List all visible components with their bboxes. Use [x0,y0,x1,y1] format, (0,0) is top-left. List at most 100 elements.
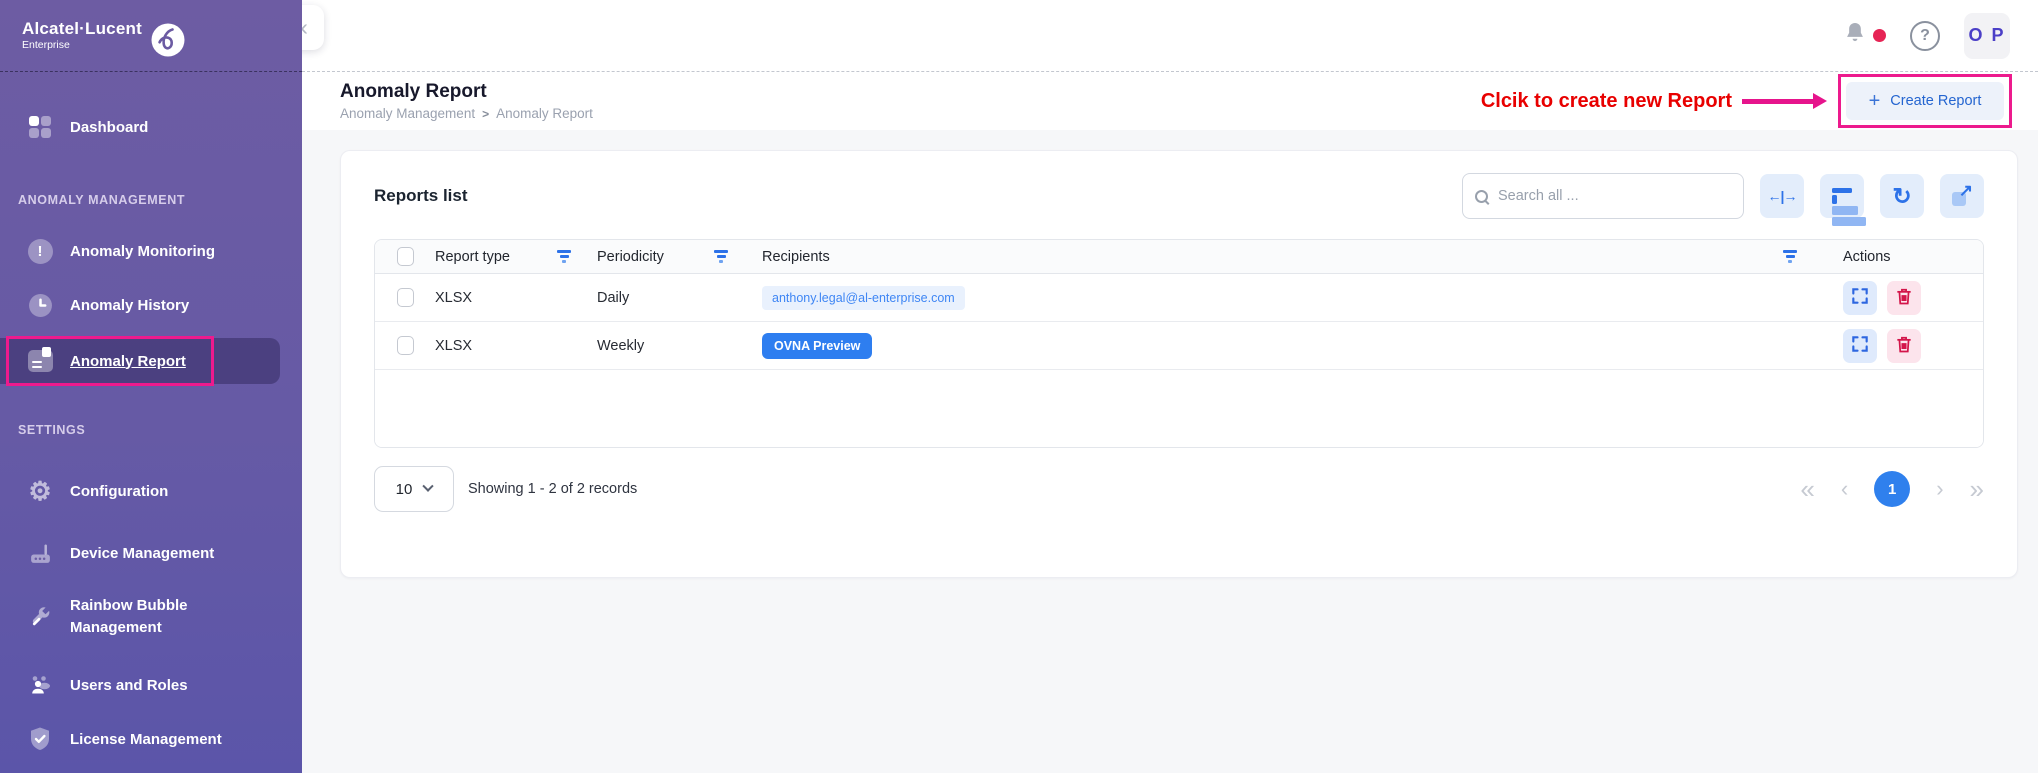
delete-report-button[interactable] [1887,281,1921,315]
breadcrumb-current: Anomaly Report [496,106,593,121]
content-area: Reports list ←|→ ↻ [302,130,2038,773]
trash-icon [1894,286,1914,309]
table-empty-space [375,370,1983,447]
current-page-button[interactable]: 1 [1874,471,1910,507]
app-root: Alcatel·Lucent Enterprise Dashboard ANOM… [0,0,2038,773]
search-input[interactable] [1498,188,1731,204]
column-resize-icon: ←|→ [1768,188,1797,204]
wrench-icon [26,605,54,630]
report-doc-icon [26,350,54,372]
alcatel-swirl-icon [150,22,186,63]
help-button[interactable]: ? [1910,21,1940,51]
card-title: Reports list [374,186,468,206]
create-report-button[interactable]: + Create Report [1846,82,2004,120]
expand-icon [1850,286,1870,309]
sidebar-item-license-management[interactable]: License Management [0,716,302,762]
recipient-badge: anthony.legal@al-enterprise.com [762,286,965,310]
table-row: XLSX Weekly OVNA Preview [375,322,1983,370]
sidebar-item-label: Anomaly Monitoring [70,243,215,260]
expand-report-button[interactable] [1843,281,1877,315]
column-resize-button[interactable]: ←|→ [1760,174,1804,218]
column-header-recipients: Recipients [762,249,830,265]
page-header: Anomaly Report Anomaly Management > Anom… [302,72,2038,130]
row-checkbox[interactable] [397,288,414,307]
last-page-button[interactable]: » [1970,476,1984,502]
sidebar-section-anomaly-management: ANOMALY MANAGEMENT [0,190,302,210]
breadcrumb: Anomaly Management > Anomaly Report [340,106,593,121]
question-mark-icon: ? [1920,27,1930,45]
gear-icon: ⚙ [26,478,54,504]
sidebar-item-label: Anomaly Report [70,353,186,370]
device-icon [26,541,54,566]
column-header-periodicity: Periodicity [597,249,664,265]
refresh-button[interactable]: ↻ [1880,174,1924,218]
topbar: « ? O P [302,0,2038,72]
annotation-box-create-report: + Create Report [1838,74,2012,128]
sidebar-item-label: Configuration [70,483,168,500]
filter-icon[interactable] [714,250,728,262]
expand-icon [1850,334,1870,357]
column-header-actions: Actions [1843,249,1891,265]
first-page-button[interactable]: « [1800,476,1814,502]
page-size-value: 10 [396,481,413,498]
cell-report-type: XLSX [435,290,472,306]
sidebar-item-label: Anomaly History [70,297,189,314]
expand-report-button[interactable] [1843,329,1877,363]
page-title: Anomaly Report [340,81,593,103]
plus-icon: + [1869,91,1881,111]
export-icon: ↗ [1952,186,1972,206]
column-header-report-type: Report type [435,249,510,265]
page-size-select[interactable]: 10 [374,466,454,512]
sidebar-item-device-management[interactable]: Device Management [0,530,302,576]
reports-card: Reports list ←|→ ↻ [340,150,2018,578]
export-button[interactable]: ↗ [1940,174,1984,218]
records-summary: Showing 1 - 2 of 2 records [468,481,637,497]
chevron-down-icon [423,481,434,492]
cell-report-type: XLSX [435,338,472,354]
shield-check-icon [26,726,54,752]
sidebar-item-label: Rainbow Bubble Management [70,595,242,639]
brand-logo: Alcatel·Lucent Enterprise [22,20,186,63]
avatar[interactable]: O P [1964,13,2010,59]
sidebar-header: Alcatel·Lucent Enterprise [0,0,302,72]
next-page-button[interactable]: › [1936,478,1943,500]
annotation-hint-text: Clcik to create new Report [1481,90,1732,113]
sidebar-item-dashboard[interactable]: Dashboard [0,104,302,150]
delete-report-button[interactable] [1887,329,1921,363]
breadcrumb-separator: > [482,107,489,121]
sidebar-item-label: Device Management [70,545,214,562]
row-checkbox[interactable] [397,336,414,355]
alert-badge-icon: ! [26,239,54,264]
sidebar-item-anomaly-history[interactable]: Anomaly History [0,282,302,328]
previous-page-button[interactable]: ‹ [1841,478,1848,500]
sidebar-item-configuration[interactable]: ⚙ Configuration [0,468,302,514]
dashboard-icon [26,116,54,139]
table-row: XLSX Daily anthony.legal@al-enterprise.c… [375,274,1983,322]
cell-periodicity: Daily [597,290,629,306]
pagination: « ‹ 1 › » [1800,471,1984,507]
main-area: « ? O P Anomaly Report Anomaly Managemen… [302,0,2038,773]
columns-button[interactable] [1820,174,1864,218]
notification-dot [1873,29,1886,42]
sidebar-item-anomaly-monitoring[interactable]: ! Anomaly Monitoring [0,228,302,274]
history-clock-icon [26,293,54,318]
filter-icon[interactable] [557,250,571,262]
search-icon [1475,190,1488,203]
sidebar-item-label: License Management [70,731,222,748]
sidebar: Alcatel·Lucent Enterprise Dashboard ANOM… [0,0,302,773]
brand-title: Alcatel·Lucent [22,20,142,39]
sidebar-item-rainbow-bubble-management[interactable]: Rainbow Bubble Management [0,586,302,648]
breadcrumb-parent[interactable]: Anomaly Management [340,106,475,121]
sidebar-item-anomaly-report[interactable]: Anomaly Report [0,338,280,384]
columns-icon [1832,188,1852,204]
annotation-arrow [1742,99,1814,104]
filter-icon[interactable] [1783,250,1797,262]
sidebar-item-users-and-roles[interactable]: Users and Roles [0,662,302,708]
notifications-button[interactable] [1842,20,1886,51]
recipient-badge: OVNA Preview [762,333,872,359]
select-all-checkbox[interactable] [397,247,414,266]
brand-subtitle: Enterprise [22,39,142,51]
bell-icon [1842,20,1868,51]
table-header-row: Report type Periodicity Recipients Actio… [375,240,1983,274]
sidebar-item-label: Users and Roles [70,677,188,694]
